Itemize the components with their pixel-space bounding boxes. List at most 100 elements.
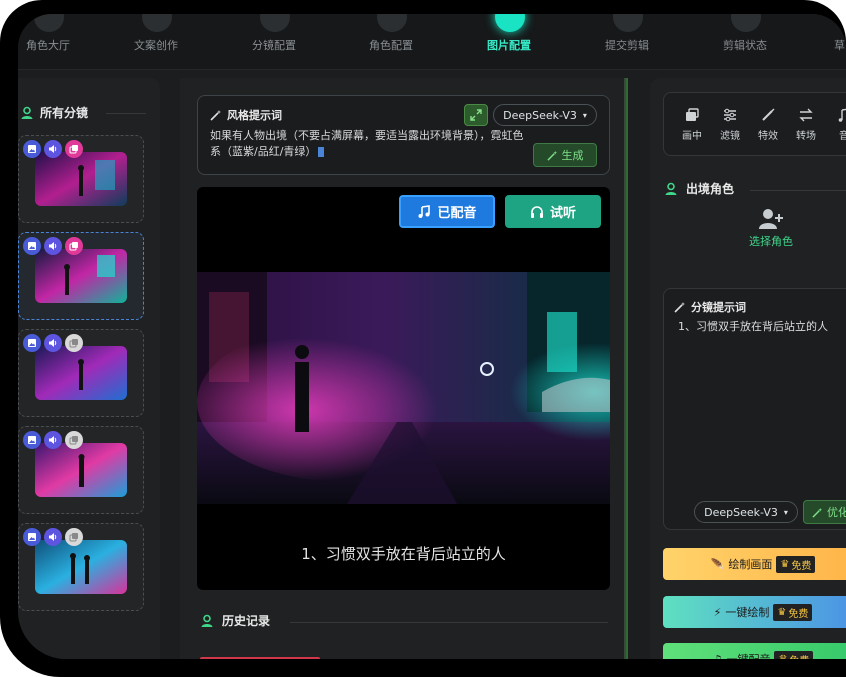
add-user-icon xyxy=(759,209,783,229)
person-icon xyxy=(665,182,677,195)
style-prompt-input[interactable]: 如果有人物出境（不要占满屏幕，要适当露出环境背景），霓虹色系（蓝紫/品红/青绿） xyxy=(210,128,530,160)
free-badge: ♛免费 xyxy=(773,603,813,621)
magic-wand-icon xyxy=(210,110,221,121)
text-cursor xyxy=(318,147,325,157)
free-badge: ♛免费 xyxy=(776,555,816,573)
step-image-config[interactable]: 图片配置 xyxy=(459,14,559,70)
step-storyboard-config[interactable]: 分镜配置 xyxy=(224,14,324,70)
shot-prompt-box: 分镜提示词 1、习惯双手放在背后站立的人 DeepSeek-V3 ▾ 优化 xyxy=(663,288,846,530)
shot-image xyxy=(35,346,127,400)
image-preview: 已配音 试听 1、习惯双手放在背后站立的人 xyxy=(197,187,610,590)
audio-badge-icon xyxy=(44,334,62,352)
audio-badge-icon xyxy=(44,140,62,158)
style-prompt-title: 风格提示词 xyxy=(210,107,282,123)
step-draft[interactable]: 草 xyxy=(794,14,846,70)
magic-wand-icon xyxy=(674,302,685,313)
draw-image-button[interactable]: 🪶 绘制画面 ♛ 免费 xyxy=(663,548,846,580)
shot-thumbnail-2[interactable] xyxy=(18,232,144,320)
audio-badge-icon xyxy=(44,528,62,546)
pip-icon xyxy=(686,108,699,121)
person-icon xyxy=(201,614,213,627)
image-badge-icon xyxy=(23,431,41,449)
image-badge-icon xyxy=(23,140,41,158)
app-screen: 角色大厅 文案创作 分镜配置 角色配置 图片配置 提交剪辑 剪辑状态 草 所有分… xyxy=(18,14,846,659)
feather-icon: 🪶 xyxy=(710,557,725,571)
dubbed-button[interactable]: 已配音 xyxy=(399,195,495,228)
divider xyxy=(290,622,608,623)
storyboard-list-panel: 所有分镜 xyxy=(18,78,160,659)
expand-button[interactable] xyxy=(464,104,488,126)
image-badge-icon xyxy=(23,237,41,255)
generate-button[interactable]: 生成 xyxy=(533,143,597,167)
copy-badge-icon xyxy=(65,431,83,449)
shot-caption: 1、习惯双手放在背后站立的人 xyxy=(301,545,506,563)
step-edit-status[interactable]: 剪辑状态 xyxy=(695,14,795,70)
one-click-dub-button[interactable]: ♫ 一键配音 ♛免费 xyxy=(663,643,846,659)
shot-image xyxy=(35,540,127,594)
filter-icon xyxy=(724,108,736,122)
history-title: 历史记录 xyxy=(200,612,270,629)
tool-bar: 画中 滤镜 特效 转场 音 xyxy=(663,92,846,156)
optimize-button[interactable]: 优化 xyxy=(803,500,846,524)
expand-icon xyxy=(470,109,482,121)
shot-prompt-title: 分镜提示词 xyxy=(674,299,746,315)
chevron-down-icon: ▾ xyxy=(582,110,587,120)
panel-divider[interactable] xyxy=(626,78,628,659)
shot-thumbnail-1[interactable] xyxy=(18,135,144,223)
step-copywriting[interactable]: 文案创作 xyxy=(106,14,206,70)
step-role-hall[interactable]: 角色大厅 xyxy=(18,14,98,70)
tool-effect[interactable]: 特效 xyxy=(748,105,788,142)
crown-icon: ♛ xyxy=(778,653,788,660)
shot-thumbnail-3[interactable] xyxy=(18,329,144,417)
shot-image xyxy=(35,249,127,303)
shot-image xyxy=(35,152,127,206)
choose-role-button[interactable]: 选择角色 xyxy=(736,208,806,249)
image-badge-icon xyxy=(23,528,41,546)
magic-wand-icon xyxy=(812,507,823,518)
shot-thumbnail-4[interactable] xyxy=(18,426,144,514)
copy-badge-icon xyxy=(65,140,83,158)
scene-image xyxy=(197,272,610,504)
copy-badge-icon xyxy=(65,334,83,352)
tool-music[interactable]: 音 xyxy=(824,105,846,142)
person-icon xyxy=(21,106,33,119)
music-note-icon: ♫ xyxy=(712,652,723,660)
audio-badge-icon xyxy=(44,431,62,449)
shot-model-select[interactable]: DeepSeek-V3 ▾ xyxy=(694,501,798,523)
image-config-panel: 风格提示词 DeepSeek-V3 ▾ 如果有人物出境（不要占满屏幕，要适当露出… xyxy=(180,78,626,659)
one-click-draw-button[interactable]: ⚡ 一键绘制 ♛ 免费 xyxy=(663,596,846,628)
divider xyxy=(750,190,846,191)
all-shots-title: 所有分镜 xyxy=(20,104,88,121)
device-frame: 角色大厅 文案创作 分镜配置 角色配置 图片配置 提交剪辑 剪辑状态 草 所有分… xyxy=(0,0,846,677)
step-submit-edit[interactable]: 提交剪辑 xyxy=(577,14,677,70)
copy-badge-icon xyxy=(65,528,83,546)
role-section-title: 出境角色 xyxy=(664,180,734,197)
tool-transition[interactable]: 转场 xyxy=(786,105,826,142)
crown-icon: ♛ xyxy=(777,606,787,618)
step-role-config[interactable]: 角色配置 xyxy=(341,14,441,70)
style-prompt-box: 风格提示词 DeepSeek-V3 ▾ 如果有人物出境（不要占满屏幕，要适当露出… xyxy=(197,95,610,175)
headphones-icon xyxy=(530,205,543,218)
free-badge: ♛免费 xyxy=(774,650,814,660)
effect-icon xyxy=(762,108,775,121)
tool-pip[interactable]: 画中 xyxy=(672,105,712,142)
music-icon xyxy=(838,108,846,122)
transition-icon xyxy=(799,108,813,122)
listen-button[interactable]: 试听 xyxy=(505,195,601,228)
lightning-icon: ⚡ xyxy=(713,605,722,619)
history-item[interactable] xyxy=(200,657,320,659)
copy-badge-icon xyxy=(65,237,83,255)
style-model-select[interactable]: DeepSeek-V3 ▾ xyxy=(493,104,597,126)
tool-filter[interactable]: 滤镜 xyxy=(710,105,750,142)
shot-thumbnail-5[interactable] xyxy=(18,523,144,611)
crown-icon: ♛ xyxy=(780,558,790,570)
shot-image xyxy=(35,443,127,497)
image-badge-icon xyxy=(23,334,41,352)
step-bar: 角色大厅 文案创作 分镜配置 角色配置 图片配置 提交剪辑 剪辑状态 草 xyxy=(18,14,846,70)
music-note-icon xyxy=(418,204,431,218)
shot-prompt-input[interactable]: 1、习惯双手放在背后站立的人 xyxy=(678,318,828,334)
magic-wand-icon xyxy=(546,150,557,161)
chevron-down-icon: ▾ xyxy=(783,507,788,517)
audio-badge-icon xyxy=(44,237,62,255)
right-panel: 画中 滤镜 特效 转场 音 出境角色 选择角色 分镜提示词 1、习惯双手放在背后… xyxy=(650,78,846,659)
